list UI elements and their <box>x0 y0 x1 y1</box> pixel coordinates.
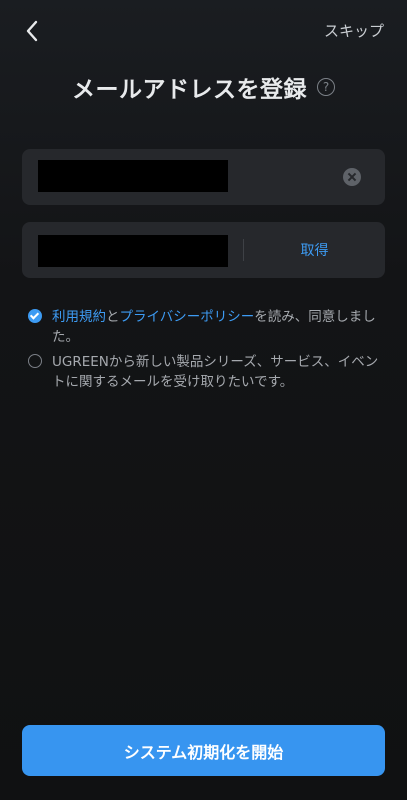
terms-consent-row: 利用規約とプライバシーポリシーを読み、同意しました。 <box>28 307 384 347</box>
email-value-redacted <box>38 160 228 192</box>
newsletter-consent-row: UGREENから新しい製品シリーズ、サービス、イベントに関するメールを受け取りた… <box>28 352 384 392</box>
terms-joiner: と <box>106 309 120 325</box>
verification-code-field[interactable]: 取得 <box>22 222 385 278</box>
newsletter-consent-text: UGREENから新しい製品シリーズ、サービス、イベントに関するメールを受け取りた… <box>52 354 379 390</box>
terms-of-use-link[interactable]: 利用規約 <box>52 309 106 325</box>
privacy-policy-link[interactable]: プライバシーポリシー <box>120 309 255 325</box>
get-code-button[interactable]: 取得 <box>244 222 385 278</box>
terms-checkbox[interactable] <box>28 309 42 323</box>
newsletter-checkbox[interactable] <box>28 354 42 368</box>
back-button[interactable] <box>20 18 46 44</box>
clear-icon[interactable] <box>343 168 361 186</box>
start-initialization-button[interactable]: システム初期化を開始 <box>22 725 385 776</box>
terms-consent-text: 利用規約とプライバシーポリシーを読み、同意しました。 <box>52 307 384 347</box>
title-row: メールアドレスを登録 ? <box>0 70 407 104</box>
chevron-left-icon <box>26 20 38 42</box>
email-field[interactable] <box>22 149 385 205</box>
page-title: メールアドレスを登録 <box>72 77 307 103</box>
code-value-redacted <box>38 235 228 267</box>
help-icon[interactable]: ? <box>317 78 335 96</box>
skip-button[interactable]: スキップ <box>324 20 384 41</box>
